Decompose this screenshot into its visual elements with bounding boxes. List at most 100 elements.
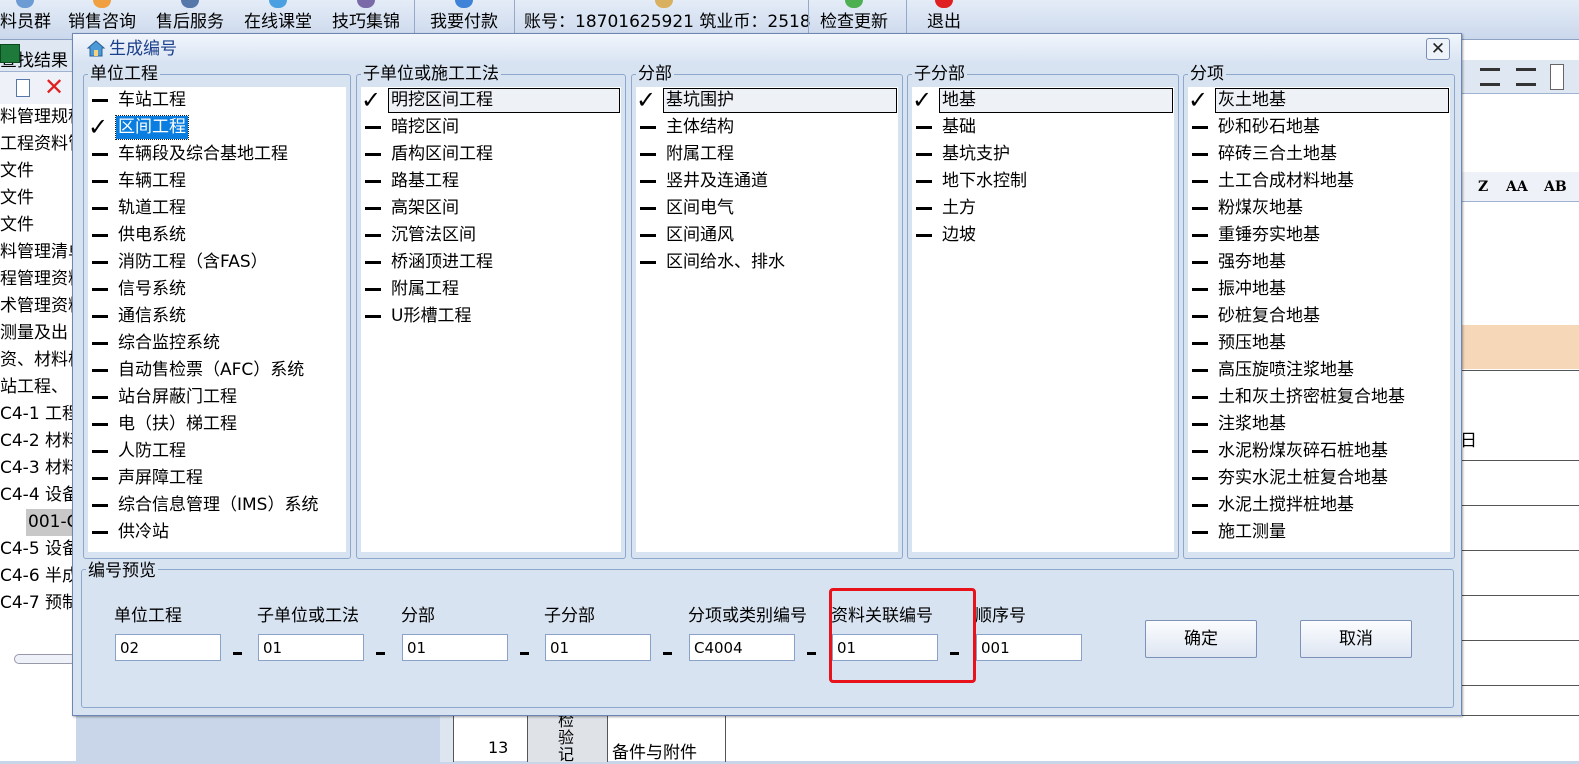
dash-icon bbox=[1192, 141, 1214, 168]
list-item[interactable]: 主体结构 bbox=[636, 114, 898, 141]
list-item[interactable]: 通信系统 bbox=[88, 303, 346, 330]
list-item[interactable]: 电（扶）梯工程 bbox=[88, 411, 346, 438]
list-item[interactable]: 沉管法区间 bbox=[361, 222, 621, 249]
related-number-input[interactable] bbox=[832, 634, 938, 661]
list-item[interactable]: 消防工程（含FAS） bbox=[88, 249, 346, 276]
tree-item[interactable]: 文件 bbox=[0, 185, 76, 212]
tree-item[interactable]: C4-5 设备 bbox=[0, 536, 76, 563]
list-item[interactable]: 竖井及连通道 bbox=[636, 168, 898, 195]
list-item[interactable]: 盾构区间工程 bbox=[361, 141, 621, 168]
delete-icon[interactable]: ✕ bbox=[44, 74, 64, 100]
list-item[interactable]: 碎砖三合土地基 bbox=[1188, 141, 1450, 168]
list-item[interactable]: 综合监控系统 bbox=[88, 330, 346, 357]
list-item[interactable]: 基坑支护 bbox=[912, 141, 1174, 168]
left-scrollbar[interactable] bbox=[14, 654, 76, 664]
sub-unit-input[interactable] bbox=[258, 634, 364, 661]
list-item[interactable]: 车辆段及综合基地工程 bbox=[88, 141, 346, 168]
list-item[interactable]: 桥涵顶进工程 bbox=[361, 249, 621, 276]
tree-item[interactable]: C4-7 预制 bbox=[0, 590, 76, 617]
tree-item[interactable]: 料管理清单 bbox=[0, 239, 76, 266]
format-z-button[interactable]: Z bbox=[1478, 176, 1488, 198]
tree-item[interactable]: C4-1 工程 bbox=[0, 401, 76, 428]
tree-item[interactable]: 术管理资料 bbox=[0, 293, 76, 320]
list-item[interactable]: 高压旋喷注浆地基 bbox=[1188, 357, 1450, 384]
list-item[interactable]: 注浆地基 bbox=[1188, 411, 1450, 438]
list-item-label: U形槽工程 bbox=[391, 306, 472, 326]
list-item[interactable]: 水泥粉煤灰碎石桩地基 bbox=[1188, 438, 1450, 465]
close-button[interactable]: ✕ bbox=[1426, 38, 1450, 60]
tree-item[interactable]: C4-2 材料 bbox=[0, 428, 76, 455]
list-item[interactable]: 地下水控制 bbox=[912, 168, 1174, 195]
list-item[interactable]: 高架区间 bbox=[361, 195, 621, 222]
justify-icon[interactable] bbox=[1516, 68, 1536, 86]
list-item[interactable]: 轨道工程 bbox=[88, 195, 346, 222]
list-item[interactable]: 人防工程 bbox=[88, 438, 346, 465]
list-item[interactable]: 基础 bbox=[912, 114, 1174, 141]
sequence-number-input[interactable] bbox=[976, 634, 1082, 661]
list-item[interactable]: 重锤夯实地基 bbox=[1188, 222, 1450, 249]
scroll-handle[interactable] bbox=[1550, 64, 1564, 90]
list-item[interactable]: 土方 bbox=[912, 195, 1174, 222]
tree-item[interactable]: C4-3 材料 bbox=[0, 455, 76, 482]
panel-sub-unit: 子单位或施工工法 ✓ 明挖区间工程 暗挖区间 盾构区间工程 路基工程 高架区间 沉管法区间桥… bbox=[356, 64, 626, 559]
tree-item[interactable]: 文件 bbox=[0, 212, 76, 239]
list-item[interactable]: 路基工程 bbox=[361, 168, 621, 195]
list-item[interactable]: 站台屏蔽门工程 bbox=[88, 384, 346, 411]
list-item[interactable]: 综合信息管理（IMS）系统 bbox=[88, 492, 346, 519]
toolbar-group-chat-button[interactable]: 料员群 bbox=[0, 0, 51, 40]
list-item[interactable]: ✓ 基坑围护 bbox=[636, 87, 898, 114]
list-item[interactable]: 土和灰土挤密桩复合地基 bbox=[1188, 384, 1450, 411]
dash-icon bbox=[1192, 384, 1214, 411]
unit-project-input[interactable] bbox=[115, 634, 221, 661]
tree-item[interactable]: 文件 bbox=[0, 158, 76, 185]
item-category-input[interactable] bbox=[689, 634, 795, 661]
list-item[interactable]: 强夯地基 bbox=[1188, 249, 1450, 276]
tree-item[interactable]: C4-6 半成 bbox=[0, 563, 76, 590]
tree-item[interactable]: 料管理规程 bbox=[0, 104, 76, 131]
list-item[interactable]: U形槽工程 bbox=[361, 303, 621, 330]
tree-item[interactable]: C4-4 设备 bbox=[0, 482, 76, 509]
format-aa-button[interactable]: AA bbox=[1506, 176, 1528, 198]
cancel-button[interactable]: 取消 bbox=[1300, 620, 1412, 658]
tree-item[interactable]: 001-C bbox=[26, 509, 76, 536]
list-item[interactable]: ✓ 灰土地基 bbox=[1188, 87, 1450, 114]
list-item[interactable]: 供电系统 bbox=[88, 222, 346, 249]
tree-item[interactable]: 资、材料构 bbox=[0, 347, 76, 374]
ok-button[interactable]: 确定 bbox=[1145, 620, 1257, 658]
format-ab-button[interactable]: AB bbox=[1544, 176, 1567, 198]
list-item[interactable]: 车站工程 bbox=[88, 87, 346, 114]
list-item[interactable]: 水泥土搅拌桩地基 bbox=[1188, 492, 1450, 519]
list-item[interactable]: 区间电气 bbox=[636, 195, 898, 222]
list-item[interactable]: 边坡 bbox=[912, 222, 1174, 249]
copy-icon[interactable] bbox=[16, 79, 30, 97]
align-icon[interactable] bbox=[1480, 68, 1500, 86]
list-item[interactable]: 供冷站 bbox=[88, 519, 346, 546]
list-item[interactable]: ✓ 明挖区间工程 bbox=[361, 87, 621, 114]
list-item[interactable]: 信号系统 bbox=[88, 276, 346, 303]
list-item[interactable]: 自动售检票（AFC）系统 bbox=[88, 357, 346, 384]
tree-item[interactable]: 测量及出 bbox=[0, 320, 76, 347]
list-item[interactable]: 暗挖区间 bbox=[361, 114, 621, 141]
tree-item[interactable]: 程管理资料 bbox=[0, 266, 76, 293]
list-item[interactable]: 砂桩复合地基 bbox=[1188, 303, 1450, 330]
list-item[interactable]: 区间给水、排水 bbox=[636, 249, 898, 276]
list-item[interactable]: 区间通风 bbox=[636, 222, 898, 249]
sub-division-input[interactable] bbox=[545, 634, 651, 661]
division-input[interactable] bbox=[402, 634, 508, 661]
list-item[interactable]: 声屏障工程 bbox=[88, 465, 346, 492]
dialog-titlebar[interactable]: 生成编号 ✕ bbox=[73, 34, 1461, 64]
tree-item[interactable]: 站工程、 bbox=[0, 374, 76, 401]
list-item[interactable]: 车辆工程 bbox=[88, 168, 346, 195]
list-item[interactable]: 粉煤灰地基 bbox=[1188, 195, 1450, 222]
list-item[interactable]: 预压地基 bbox=[1188, 330, 1450, 357]
list-item[interactable]: 振冲地基 bbox=[1188, 276, 1450, 303]
list-item[interactable]: ✓ 地基 bbox=[912, 87, 1174, 114]
list-item[interactable]: 土工合成材料地基 bbox=[1188, 168, 1450, 195]
list-item[interactable]: 砂和砂石地基 bbox=[1188, 114, 1450, 141]
list-item[interactable]: 附属工程 bbox=[636, 141, 898, 168]
tree-item[interactable]: 工程资料管 bbox=[0, 131, 76, 158]
list-item[interactable]: ✓ 区间工程 bbox=[88, 114, 346, 141]
list-item[interactable]: 施工测量 bbox=[1188, 519, 1450, 546]
list-item[interactable]: 夯实水泥土桩复合地基 bbox=[1188, 465, 1450, 492]
list-item[interactable]: 附属工程 bbox=[361, 276, 621, 303]
